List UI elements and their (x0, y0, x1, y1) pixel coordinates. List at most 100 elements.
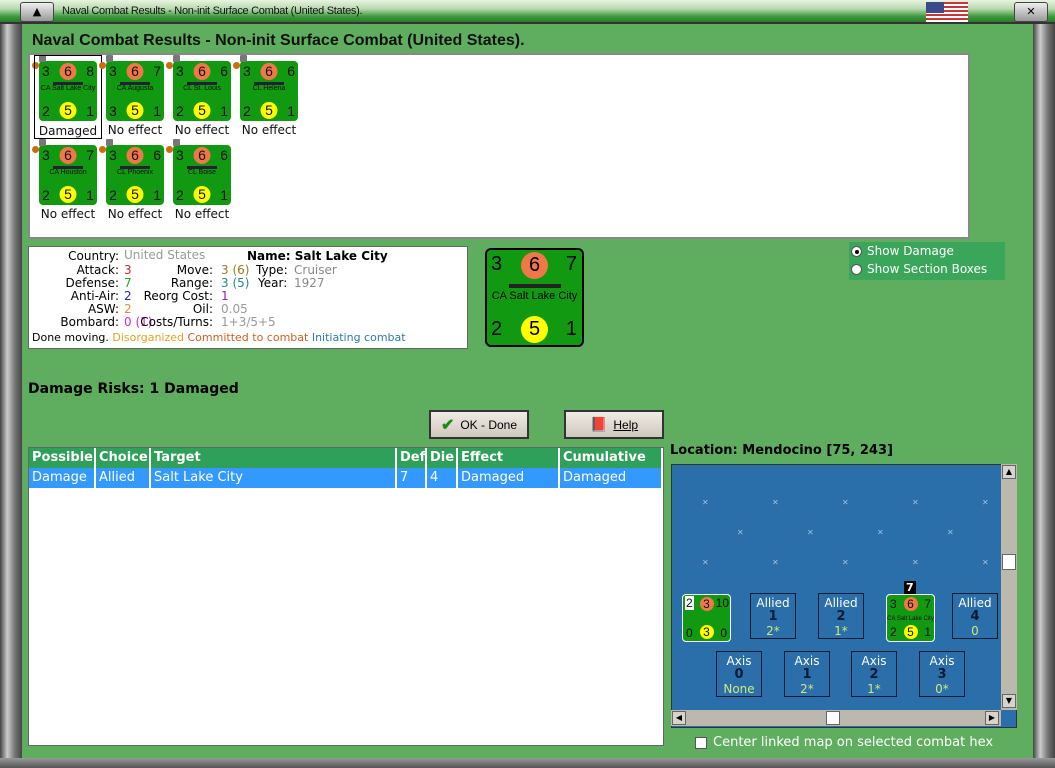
scroll-left-arrow-icon[interactable]: ◀ (672, 711, 686, 725)
cell-target: Salt Lake City (151, 468, 397, 488)
year-value: 1927 (294, 276, 325, 290)
sea-wave-icon: ✕ (772, 558, 779, 567)
scroll-down-arrow-icon[interactable]: ▼ (1002, 694, 1016, 708)
radio-selected-icon (851, 245, 862, 257)
help-book-icon: 📕 (589, 416, 608, 432)
sea-wave-icon: ✕ (912, 498, 919, 507)
axis-hex-box[interactable]: Axis 0 None (716, 651, 762, 697)
costs-value: 1+3/5+5 (221, 315, 276, 329)
hex-number: 1 (768, 609, 778, 624)
map-selected-unit[interactable]: 3 6 7 CA Salt Lake City 2 5 1 (886, 594, 935, 642)
help-label: Help (613, 417, 639, 432)
table-row[interactable]: Damage Allied Salt Lake City 7 4 Damaged… (29, 468, 663, 488)
axis-hex-box[interactable]: Axis 1 2* (784, 651, 830, 697)
country-value: United States (124, 248, 206, 262)
unit-att: 3 (109, 63, 117, 79)
combat-map[interactable]: 2 3 10 0 3 0 3 6 7 CA Salt Lake City 2 5… (671, 464, 1017, 728)
cell-possible: Damage (29, 468, 96, 488)
unit-name: CL Boise (187, 169, 217, 176)
col-possible[interactable]: Possible (29, 448, 96, 468)
unit-def: 6 (287, 63, 295, 79)
damage-risks: Damage Risks: 1 Damaged (28, 381, 239, 397)
unit-card[interactable]: 3 6 7 CA Augusta 3 5 1 (106, 61, 164, 121)
sea-wave-icon: ✕ (702, 558, 709, 567)
costs-label: Costs/Turns: (140, 315, 213, 329)
unit-name: CA Augusta (116, 85, 154, 92)
col-def[interactable]: Def (397, 448, 427, 468)
show-damage-label: Show Damage (867, 244, 954, 258)
scroll-up-arrow-icon[interactable]: ▲ (1002, 465, 1016, 479)
unit-move: 5 (260, 102, 278, 119)
unit-att: 3 (176, 147, 184, 163)
allied-hex-box[interactable]: Allied 4 0 (952, 593, 998, 639)
sea-wave-icon: ✕ (772, 498, 779, 507)
hex-value: None (723, 682, 755, 696)
center-map-checkbox[interactable]: Center linked map on selected combat hex (695, 735, 993, 750)
show-damage-radio[interactable]: Show Damage (849, 242, 1005, 260)
hex-value: 2* (800, 682, 814, 696)
unit-result-label: No effect (174, 207, 230, 221)
scroll-right-arrow-icon[interactable]: ▶ (985, 711, 999, 725)
mapunit-aa: 2 (890, 625, 897, 639)
unit-def: 6 (220, 63, 228, 79)
window-title: Naval Combat Results - Non-init Surface … (62, 5, 363, 17)
hex-number: 2 (836, 609, 846, 624)
status-committed: Committed to combat (187, 331, 309, 344)
hex-number: 1 (802, 667, 812, 682)
show-sections-label: Show Section Boxes (867, 262, 988, 276)
close-button[interactable]: ✕ (1014, 2, 1048, 22)
hex-value: 0 (971, 624, 979, 638)
unit-card[interactable]: 3 6 6 CL Phoenix 2 5 1 (106, 145, 164, 205)
axis-hex-box[interactable]: Axis 2 1* (851, 651, 897, 697)
allied-hex-box[interactable]: Allied 1 2* (750, 593, 796, 639)
map-stack-unit[interactable]: 2 3 10 0 3 0 (682, 594, 731, 642)
col-choice[interactable]: Choice (96, 448, 151, 468)
col-effect[interactable]: Effect (458, 448, 560, 468)
hex-value: 0* (935, 682, 949, 696)
stack-move: 3 (699, 625, 714, 639)
cell-die: 4 (427, 468, 458, 488)
cell-def: 7 (397, 468, 427, 488)
ok-done-button[interactable]: ✔ OK - Done (429, 410, 529, 439)
display-options: Show Damage Show Section Boxes (849, 242, 1005, 280)
col-target[interactable]: Target (151, 448, 397, 468)
unit-mid: 6 (59, 147, 77, 164)
col-cumulative[interactable]: Cumulative (560, 448, 663, 468)
status-dot-icon (99, 146, 106, 153)
status-square-icon (106, 139, 113, 146)
center-map-label: Center linked map on selected combat hex (713, 735, 994, 750)
help-button[interactable]: 📕 Help (564, 410, 664, 439)
map-horizontal-scrollbar[interactable]: ◀ ▶ (671, 710, 1001, 726)
map-vertical-scrollbar[interactable]: ▲ ▼ (1001, 464, 1017, 710)
axis-hex-box[interactable]: Axis 3 0* (919, 651, 965, 697)
allied-hex-box[interactable]: Allied 2 1* (818, 593, 864, 639)
unit-name: CL St. Louis (183, 85, 221, 92)
card-move: 5 (521, 316, 548, 343)
unit-range: 1 (86, 187, 94, 203)
status-dot-icon (166, 146, 173, 153)
unit-aa: 2 (176, 103, 184, 119)
unit-name: CL Phoenix (117, 169, 153, 176)
card-aa: 2 (491, 318, 503, 340)
unit-card[interactable]: 3 6 6 CL Helena 2 5 1 (240, 61, 298, 121)
unit-mid: 6 (260, 63, 278, 80)
unit-range: 1 (287, 103, 295, 119)
unit-card[interactable]: 3 6 7 CA Houston 2 5 1 (39, 145, 97, 205)
unit-move: 5 (193, 186, 211, 203)
col-die[interactable]: Die (427, 448, 458, 468)
mapunit-defense: 7 (924, 597, 931, 611)
unit-aa: 2 (109, 187, 117, 203)
hex-value: 1* (867, 682, 881, 696)
show-section-boxes-radio[interactable]: Show Section Boxes (849, 260, 1005, 278)
unit-range: 1 (220, 103, 228, 119)
unit-card[interactable]: 3 6 6 CL St. Louis 2 5 1 (173, 61, 231, 121)
minimize-button[interactable]: ▲ (20, 2, 54, 22)
hscroll-thumb[interactable] (826, 711, 840, 725)
unit-def: 7 (153, 63, 161, 79)
unit-mid: 6 (193, 147, 211, 164)
sea-wave-icon: ✕ (807, 528, 814, 537)
mapunit-name: CA Salt Lake City (887, 616, 934, 622)
unit-result-label: No effect (241, 123, 297, 137)
unit-card[interactable]: 3 6 6 CL Boise 2 5 1 (173, 145, 231, 205)
vscroll-thumb[interactable] (1002, 554, 1016, 570)
